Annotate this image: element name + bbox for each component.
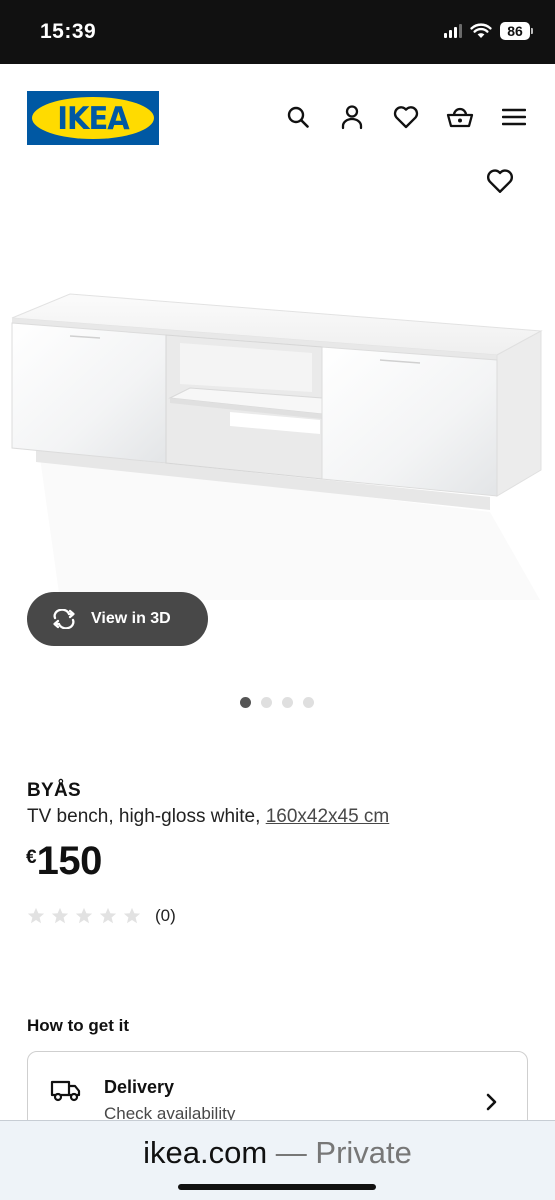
product-description: TV bench, high-gloss white, 160x42x45 cm [27, 806, 389, 828]
status-bar: 15:39 86 [0, 0, 555, 64]
product-image[interactable] [0, 282, 555, 612]
browser-domain: ikea.com [143, 1135, 268, 1170]
rotate-3d-icon [53, 609, 75, 629]
product-name: BYÅS [27, 780, 81, 801]
product-description-text: TV bench, high-gloss white, [27, 806, 261, 827]
ikea-logo[interactable]: IKEA [27, 91, 159, 145]
carousel-dot[interactable] [303, 697, 314, 708]
view-in-3d-label: View in 3D [91, 610, 171, 627]
image-carousel-dots [240, 697, 314, 708]
chevron-right-icon [486, 1093, 497, 1111]
review-count: (0) [155, 906, 176, 925]
shopping-basket-icon[interactable] [445, 102, 475, 132]
how-to-get-it-heading: How to get it [27, 1016, 129, 1035]
star-empty-icon [51, 907, 69, 924]
carousel-dot[interactable] [240, 697, 251, 708]
product-rating[interactable]: (0) [27, 906, 176, 926]
battery-level: 86 [500, 22, 530, 40]
star-empty-icon [27, 907, 45, 924]
site-header: IKEA [0, 64, 555, 170]
view-in-3d-button[interactable]: View in 3D [27, 592, 208, 646]
battery-icon: 86 [500, 22, 533, 40]
cellular-signal-icon [444, 24, 462, 38]
account-icon[interactable] [337, 102, 367, 132]
browser-url[interactable]: ikea.com — Private [0, 1135, 555, 1171]
home-indicator[interactable] [178, 1184, 376, 1190]
price-currency: € [26, 847, 37, 868]
rating-stars [27, 907, 141, 925]
product-price: € 150 [26, 840, 102, 882]
status-time: 15:39 [40, 20, 97, 43]
private-mode-label: — Private [275, 1135, 412, 1170]
delivery-truck-icon [50, 1080, 81, 1102]
search-icon[interactable] [283, 102, 313, 132]
wifi-icon [470, 23, 492, 38]
logo-oval: IKEA [32, 97, 154, 139]
browser-address-bar[interactable]: ikea.com — Private [0, 1120, 555, 1200]
status-indicators: 86 [444, 22, 533, 40]
logo-text: IKEA [57, 99, 130, 137]
carousel-dot[interactable] [261, 697, 272, 708]
carousel-dot[interactable] [282, 697, 293, 708]
delivery-title: Delivery [104, 1077, 175, 1097]
product-measurements-link[interactable]: 160x42x45 cm [266, 806, 390, 827]
star-empty-icon [75, 907, 93, 924]
menu-icon[interactable] [499, 102, 529, 132]
heart-outline-icon [487, 169, 513, 193]
save-favorite-button[interactable] [486, 168, 514, 194]
star-empty-icon [123, 907, 141, 924]
header-actions [283, 102, 529, 132]
favorites-heart-icon[interactable] [391, 102, 421, 132]
star-empty-icon [99, 907, 117, 924]
price-value: 150 [36, 839, 103, 883]
